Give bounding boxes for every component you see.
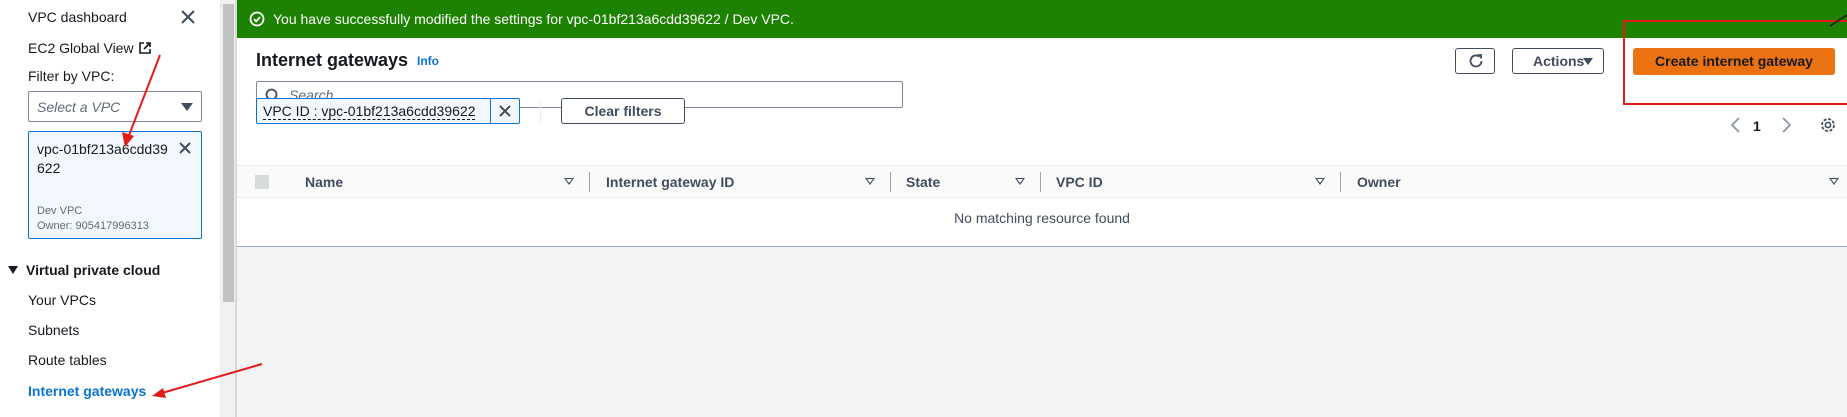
token-owner: Owner: 905417996313 <box>37 220 149 232</box>
internet-gateways-panel: Internet gateways Info Actions Create in… <box>237 38 1847 247</box>
column-header-state[interactable]: State <box>906 174 940 190</box>
external-link-icon <box>138 42 151 54</box>
scrollbar-thumb[interactable] <box>223 4 234 302</box>
sort-icon[interactable] <box>1829 178 1839 185</box>
column-divider[interactable] <box>890 172 891 192</box>
sort-icon[interactable] <box>865 178 875 185</box>
actions-label: Actions <box>1533 53 1585 69</box>
vpc-select-placeholder: Select a VPC <box>37 99 121 115</box>
token-vpc-id: vpc-01bf213a6cdd39622 <box>37 141 168 176</box>
nav-your-vpcs[interactable]: Your VPCs <box>28 292 96 308</box>
select-all-checkbox[interactable] <box>255 175 269 189</box>
caret-down-icon <box>181 103 193 111</box>
success-check-icon <box>249 11 265 27</box>
column-divider[interactable] <box>589 172 590 192</box>
column-divider[interactable] <box>1040 172 1041 192</box>
column-header-vpc-id[interactable]: VPC ID <box>1056 174 1103 190</box>
current-page[interactable]: 1 <box>1753 118 1761 134</box>
filter-divider <box>540 100 541 122</box>
previous-page-icon[interactable] <box>1729 116 1743 134</box>
column-header-name[interactable]: Name <box>305 174 343 190</box>
nav-route-tables[interactable]: Route tables <box>28 352 107 368</box>
remove-token-icon[interactable] <box>177 140 193 156</box>
section-heading-label: Virtual private cloud <box>26 262 161 278</box>
vpc-select[interactable]: Select a VPC <box>28 91 202 122</box>
success-flash-banner: You have successfully modified the setti… <box>237 0 1847 38</box>
filter-token-label: VPC ID : vpc-01bf213a6cdd39622 <box>263 103 476 120</box>
sort-icon[interactable] <box>1015 178 1025 185</box>
token-description: Dev VPC <box>37 205 83 217</box>
filter-by-vpc-label: Filter by VPC: <box>28 68 115 84</box>
gear-icon[interactable] <box>1818 115 1838 135</box>
actions-button[interactable]: Actions <box>1512 48 1604 74</box>
caret-down-icon <box>8 266 18 274</box>
vpc-id-filter-token: VPC ID : vpc-01bf213a6cdd39622 <box>256 98 520 124</box>
remove-filter-icon[interactable] <box>498 104 512 118</box>
token-separator <box>490 99 491 123</box>
vpc-filter-token: vpc-01bf213a6cdd39622 Dev VPC Owner: 905… <box>28 131 202 239</box>
annotation-highlight-box <box>1623 20 1847 105</box>
nav-ec2-global-view[interactable]: EC2 Global View <box>28 40 152 56</box>
sort-icon[interactable] <box>1315 178 1325 185</box>
clear-filters-button[interactable]: Clear filters <box>561 98 685 124</box>
table-header: Name Internet gateway ID State VPC ID Ow… <box>237 165 1847 198</box>
sidebar-scrollbar[interactable] <box>220 0 235 417</box>
column-header-gateway-id[interactable]: Internet gateway ID <box>606 174 734 190</box>
caret-down-icon <box>1583 58 1593 65</box>
refresh-icon <box>1469 54 1483 68</box>
flash-message: You have successfully modified the setti… <box>273 11 794 27</box>
page-title: Internet gateways <box>256 50 409 70</box>
refresh-button[interactable] <box>1455 48 1495 74</box>
info-link[interactable]: Info <box>417 54 439 68</box>
sort-icon[interactable] <box>564 178 574 185</box>
column-divider[interactable] <box>1340 172 1341 192</box>
close-icon[interactable] <box>179 8 197 26</box>
clear-filters-label: Clear filters <box>584 103 662 119</box>
side-navigation: VPC dashboard EC2 Global View Filter by … <box>0 0 220 417</box>
nav-ec2-global-view-label: EC2 Global View <box>28 40 134 56</box>
nav-subnets[interactable]: Subnets <box>28 322 79 338</box>
section-virtual-private-cloud[interactable]: Virtual private cloud <box>8 262 160 278</box>
nav-internet-gateways[interactable]: Internet gateways <box>28 383 146 399</box>
empty-state-message: No matching resource found <box>954 210 1130 226</box>
next-page-icon[interactable] <box>1779 116 1793 134</box>
column-header-owner[interactable]: Owner <box>1357 174 1401 190</box>
nav-vpc-dashboard[interactable]: VPC dashboard <box>28 9 127 25</box>
